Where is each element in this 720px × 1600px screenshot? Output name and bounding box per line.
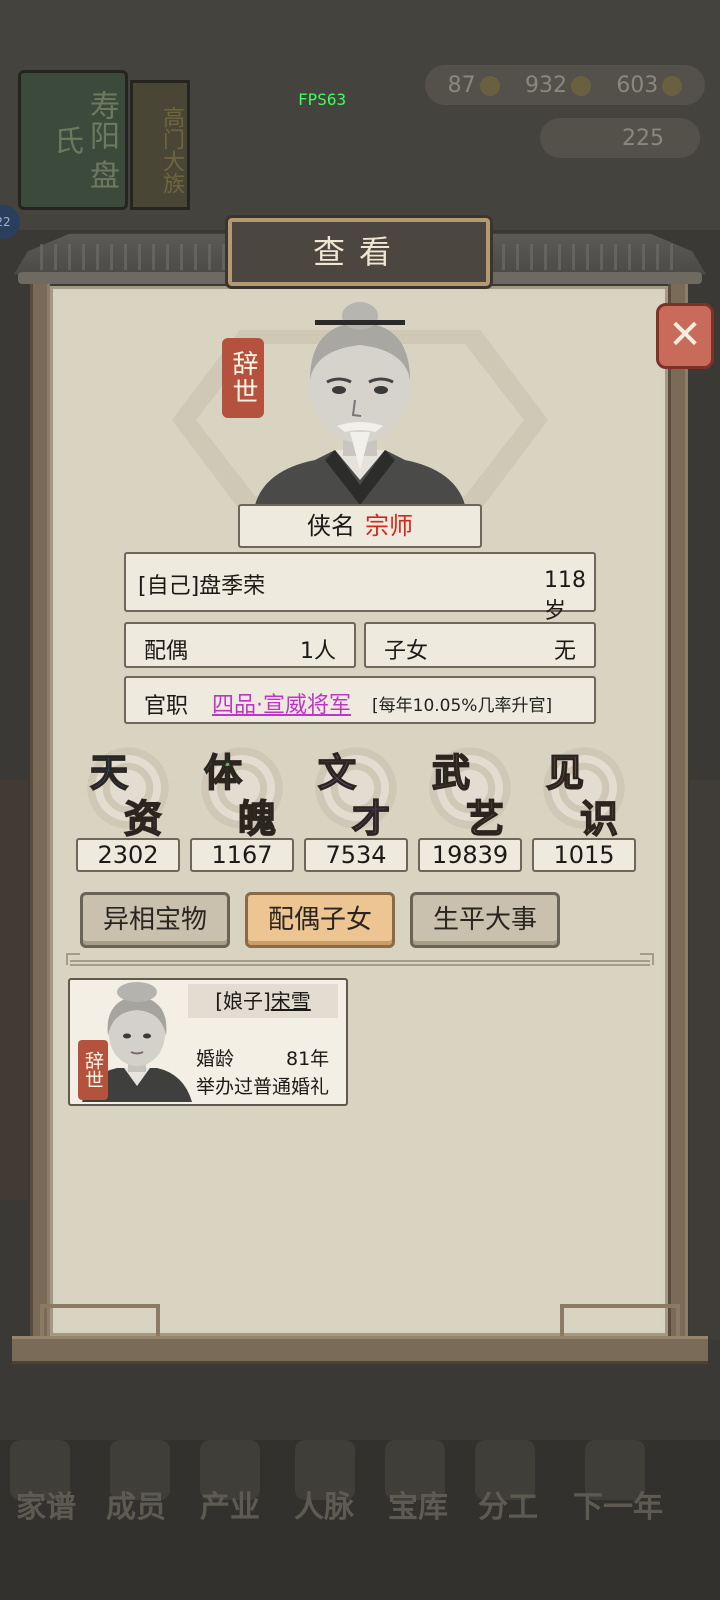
spouse-label: 配偶 bbox=[144, 639, 189, 664]
spouse-count: 1人 bbox=[300, 639, 336, 664]
stat-physique-char2: 魄 bbox=[237, 796, 277, 842]
stat-talent-icon: 天 资 bbox=[76, 740, 180, 842]
nav-property[interactable]: 产业 bbox=[190, 1482, 270, 1526]
children-label: 子女 bbox=[384, 639, 429, 664]
name-row: [自己]盘季荣 118岁 bbox=[124, 552, 596, 624]
stat-talent-value: 2302 bbox=[76, 838, 180, 872]
background-side-right bbox=[690, 780, 720, 1340]
section-divider bbox=[70, 960, 650, 966]
ingot-counter: 225 bbox=[540, 118, 700, 158]
spouse-title: [娘子]宋雪 bbox=[188, 984, 338, 1018]
divider-end-left bbox=[66, 953, 80, 965]
close-button[interactable]: ✕ bbox=[656, 303, 714, 369]
frame-post-left bbox=[30, 284, 50, 1346]
epithet-row: 侠名 宗师 bbox=[238, 504, 482, 548]
office-label: 官职 bbox=[144, 694, 189, 719]
fps-counter: FPS63 bbox=[298, 90, 347, 109]
family-rank-banner: 高门大族 bbox=[130, 80, 190, 210]
ticket-icon bbox=[570, 75, 591, 96]
stat-martial-value: 19839 bbox=[418, 838, 522, 872]
nav-network[interactable]: 人脉 bbox=[284, 1482, 364, 1526]
stat-literacy-char2: 才 bbox=[351, 796, 391, 842]
wedding-note: 举办过普通婚礼 bbox=[196, 1076, 330, 1098]
epithet-label: 侠名 bbox=[307, 512, 355, 540]
spouse-row: 配偶 1人 bbox=[124, 622, 356, 668]
promotion-chance: [每年10.05%几率升官] bbox=[372, 696, 553, 716]
deceased-tag: 辞世 bbox=[222, 338, 264, 418]
character-age: 118岁 bbox=[544, 568, 586, 624]
nav-family-tree[interactable]: 家谱 bbox=[6, 1482, 86, 1526]
gold-icon bbox=[479, 75, 500, 96]
nav-next-year[interactable]: 下一年 bbox=[558, 1482, 678, 1526]
currency-3: 603 bbox=[616, 73, 683, 98]
tab-life-events[interactable]: 生平大事 bbox=[410, 892, 560, 948]
stat-physique-icon: 体 魄 bbox=[190, 740, 294, 842]
stat-insight-value: 1015 bbox=[532, 838, 636, 872]
frame-lattice-right bbox=[560, 1304, 680, 1338]
currency-1: 87 bbox=[448, 73, 500, 98]
marriage-label: 婚龄 bbox=[196, 1048, 235, 1070]
frame-base-beam bbox=[12, 1336, 708, 1364]
children-count: 无 bbox=[553, 639, 576, 664]
character-portrait bbox=[255, 302, 465, 505]
stat-literacy-icon: 文 才 bbox=[304, 740, 408, 842]
divider-end-right bbox=[640, 953, 654, 965]
stat-insight-icon: 见 识 bbox=[532, 740, 636, 842]
currency-2: 932 bbox=[525, 73, 591, 98]
office-row: 官职 四品·宣威将军 [每年10.05%几率升官] bbox=[124, 676, 596, 724]
frame-post-right bbox=[668, 284, 688, 1346]
stat-martial-char2: 艺 bbox=[465, 796, 505, 842]
tab-treasures[interactable]: 异相宝物 bbox=[80, 892, 230, 948]
family-banner: 寿阳 盘氏 bbox=[18, 70, 128, 210]
stat-literacy-value: 7534 bbox=[304, 838, 408, 872]
background-side-left bbox=[0, 780, 28, 1200]
marriage-duration: 婚龄 81年 bbox=[196, 1044, 329, 1071]
stat-talent-char1: 天 bbox=[89, 750, 129, 796]
stat-insight-char1: 见 bbox=[545, 750, 585, 796]
stat-physique-char1: 体 bbox=[203, 750, 243, 796]
stat-literacy-char1: 文 bbox=[317, 750, 357, 796]
tab-spouse-children[interactable]: 配偶子女 bbox=[245, 892, 395, 948]
stat-martial-icon: 武 艺 bbox=[418, 740, 522, 842]
character-name: [自己]盘季荣 bbox=[138, 574, 266, 599]
stat-insight-char2: 识 bbox=[579, 796, 619, 842]
office-rank-link[interactable]: 四品·宣威将军 bbox=[212, 687, 351, 719]
children-row: 子女 无 bbox=[364, 622, 596, 668]
spouse-relation: [娘子] bbox=[215, 989, 271, 1013]
nav-division[interactable]: 分工 bbox=[468, 1482, 548, 1526]
close-icon: ✕ bbox=[668, 312, 702, 358]
frame-lattice-left bbox=[40, 1304, 160, 1338]
stat-talent-char2: 资 bbox=[123, 796, 163, 842]
nav-members[interactable]: 成员 bbox=[96, 1482, 176, 1526]
marriage-years: 81年 bbox=[286, 1048, 330, 1070]
coin-icon bbox=[662, 75, 683, 96]
spouse-name[interactable]: 宋雪 bbox=[271, 989, 311, 1013]
dialog-title: 查看 bbox=[228, 218, 490, 286]
nav-treasury[interactable]: 宝库 bbox=[378, 1482, 458, 1526]
epithet-value: 宗师 bbox=[365, 512, 413, 540]
stat-physique-value: 1167 bbox=[190, 838, 294, 872]
resource-bar: 87 932 603 bbox=[425, 65, 705, 105]
stat-martial-char1: 武 bbox=[431, 750, 471, 796]
spouse-deceased-tag: 辞世 bbox=[78, 1040, 108, 1100]
